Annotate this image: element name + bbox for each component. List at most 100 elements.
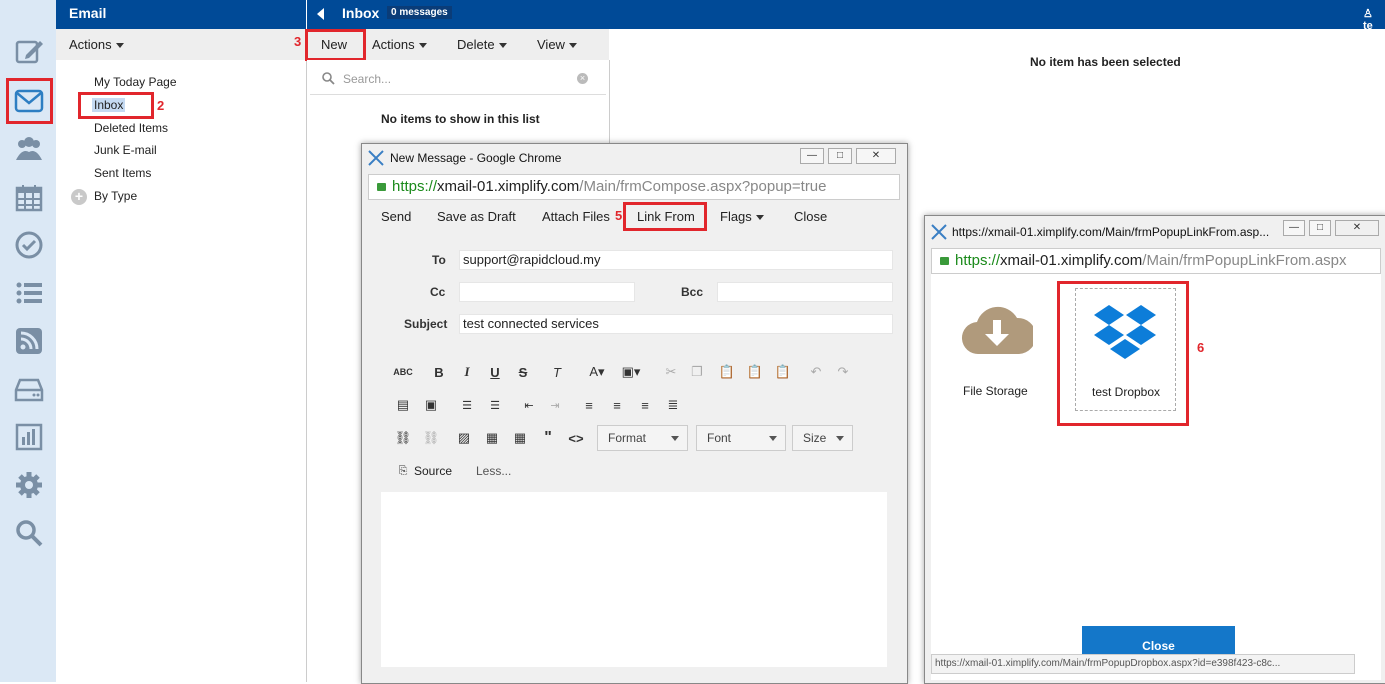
table-icon[interactable]: ▦ (511, 429, 529, 447)
maximize-icon[interactable]: □ (1309, 220, 1331, 236)
tasks-icon[interactable] (12, 228, 46, 262)
delete-label: Delete (457, 37, 495, 52)
increase-indent-icon[interactable]: ⇥ (546, 396, 564, 414)
contacts-icon[interactable] (12, 132, 46, 166)
code-icon[interactable]: <> (567, 429, 585, 447)
send-button[interactable]: Send (381, 209, 411, 224)
expand-plus-icon[interactable]: + (71, 189, 87, 205)
font-dropdown[interactable]: Font (696, 425, 786, 451)
underline-icon[interactable]: U (486, 363, 504, 381)
paste-icon[interactable]: 📋 (718, 363, 736, 381)
email-actions-menu[interactable]: Actions (69, 37, 124, 52)
unlink-icon[interactable]: ⛓ (422, 429, 440, 447)
image-icon[interactable]: ▨ (455, 429, 473, 447)
copy-icon[interactable]: ❐ (688, 363, 706, 381)
cc-label: Cc (430, 285, 446, 299)
maximize-icon[interactable]: □ (828, 148, 852, 164)
rss-icon[interactable] (12, 324, 46, 358)
close-compose-button[interactable]: Close (794, 209, 827, 224)
chevron-down-icon (568, 43, 577, 49)
spellcheck-icon[interactable]: ABC (393, 363, 413, 381)
align-left-icon[interactable]: ≡ (580, 396, 598, 414)
annotation-box-mail (6, 78, 53, 124)
align-center-icon[interactable]: ≡ (608, 396, 626, 414)
inbox-actions-menu[interactable]: Actions (372, 37, 427, 52)
bcc-label: Bcc (681, 285, 704, 299)
template-icon[interactable]: ▤ (394, 396, 412, 414)
url-path: /Main/frmPopupLinkFrom.aspx (1142, 252, 1347, 269)
back-arrow-icon[interactable] (317, 8, 324, 20)
flags-menu[interactable]: Flags (720, 209, 764, 224)
strikethrough-icon[interactable]: S (514, 363, 532, 381)
italic-icon[interactable]: I (458, 363, 476, 381)
media-icon[interactable]: ▦ (483, 429, 501, 447)
folder-sent-items[interactable]: Sent Items (94, 166, 151, 180)
storage-icon[interactable] (12, 372, 46, 406)
bcc-field[interactable] (717, 282, 893, 302)
redo-icon[interactable]: ↷ (834, 363, 852, 381)
font-label: Font (707, 431, 732, 445)
cc-field[interactable] (459, 282, 635, 302)
delete-menu[interactable]: Delete (457, 37, 507, 52)
save-draft-button[interactable]: Save as Draft (437, 209, 516, 224)
insert-image-icon[interactable]: ▣ (422, 396, 440, 414)
decrease-indent-icon[interactable]: ⇤ (520, 396, 538, 414)
less-button[interactable]: Less... (476, 464, 511, 478)
list-icon[interactable] (12, 276, 46, 310)
folder-junk-email[interactable]: Junk E-mail (94, 143, 157, 157)
compose-icon[interactable] (12, 34, 46, 68)
lock-icon (940, 257, 949, 265)
chevron-down-icon (769, 436, 777, 441)
minimize-icon[interactable]: — (800, 148, 824, 164)
undo-icon[interactable]: ↶ (807, 363, 825, 381)
paste-word-icon[interactable]: 📋 (774, 363, 792, 381)
settings-gear-icon[interactable] (12, 468, 46, 502)
cloud-download-icon (962, 306, 1033, 355)
compose-address-bar[interactable]: https://xmail-01.ximplify.com/Main/frmCo… (368, 174, 900, 200)
search-box[interactable]: Search... × (310, 64, 606, 95)
search-icon[interactable] (12, 516, 46, 550)
link-from-address-bar[interactable]: https://xmail-01.ximplify.com/Main/frmPo… (931, 248, 1381, 274)
bulleted-list-icon[interactable]: ☰ (486, 396, 504, 414)
close-window-icon[interactable]: ✕ (856, 148, 896, 164)
user-menu[interactable]: ♙ te (1363, 7, 1385, 32)
annotation-box-inbox (78, 92, 154, 119)
source-icon[interactable]: ⎘ (394, 462, 412, 480)
justify-icon[interactable]: ≣ (664, 396, 682, 414)
bold-icon[interactable]: B (430, 363, 448, 381)
reports-icon[interactable] (12, 420, 46, 454)
blockquote-icon[interactable]: " (539, 429, 557, 447)
format-label: Format (608, 431, 647, 445)
view-menu[interactable]: View (537, 37, 577, 52)
email-actions-bar: Actions (56, 29, 306, 61)
size-dropdown[interactable]: Size (792, 425, 853, 451)
folder-my-today-page[interactable]: My Today Page (94, 75, 177, 89)
cut-icon[interactable]: ✂ (662, 363, 680, 381)
source-button[interactable]: Source (414, 464, 452, 478)
calendar-icon[interactable] (12, 180, 46, 214)
size-label: Size (803, 431, 827, 445)
to-label: To (432, 253, 446, 267)
remove-format-icon[interactable]: T (548, 363, 566, 381)
to-field[interactable]: support@rapidcloud.my (459, 250, 893, 270)
attach-files-button[interactable]: Attach Files (542, 209, 610, 224)
link-icon[interactable]: ⛓ (394, 429, 412, 447)
format-dropdown[interactable]: Format (597, 425, 688, 451)
minimize-icon[interactable]: — (1283, 220, 1305, 236)
background-color-icon[interactable]: ▣▾ (620, 363, 642, 381)
message-body-editor[interactable] (381, 492, 887, 667)
lock-icon (377, 183, 386, 191)
align-right-icon[interactable]: ≡ (636, 396, 654, 414)
numbered-list-icon[interactable]: ☰ (458, 396, 476, 414)
subject-field[interactable]: test connected services (459, 314, 893, 334)
clear-search-icon[interactable]: × (577, 73, 588, 84)
url-scheme: https:// (955, 252, 1001, 269)
text-color-icon[interactable]: A▾ (586, 363, 608, 381)
file-storage-item[interactable]: File Storage (953, 296, 1043, 398)
folder-deleted-items[interactable]: Deleted Items (94, 121, 168, 135)
folder-by-type[interactable]: By Type (94, 189, 137, 203)
close-window-icon[interactable]: ✕ (1335, 220, 1379, 236)
view-label: View (537, 37, 565, 52)
compose-window-title: New Message - Google Chrome (390, 151, 562, 165)
paste-text-icon[interactable]: 📋 (746, 363, 764, 381)
